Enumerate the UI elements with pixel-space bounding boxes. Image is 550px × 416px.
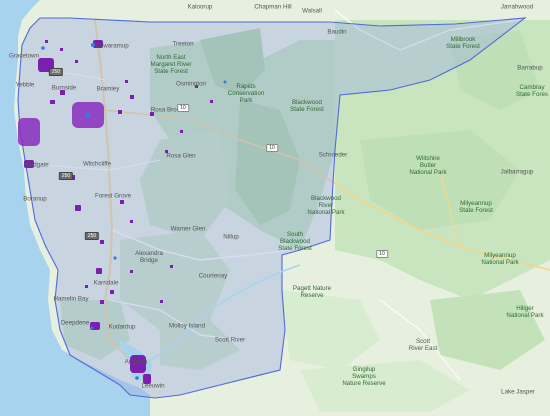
label-rosa-glen: Rosa Glen <box>166 152 196 160</box>
label-jarrahwood: Jarrahwood <box>500 3 534 11</box>
label-warner-glen: Warner Glen <box>170 225 206 233</box>
label-scott-river: Scott River <box>214 336 246 344</box>
label-milyeannup-sf: Milyeannup State Forest <box>459 200 493 214</box>
label-kudardup: Kudardup <box>108 323 136 331</box>
route-shield-250: 250 <box>58 172 74 180</box>
route-shield-10: 10 <box>376 250 388 258</box>
label-bramley: Bramley <box>96 85 120 93</box>
label-blackwood-river: Blackwood River National Park <box>307 194 345 216</box>
label-leeuwin: Leeuwin <box>141 382 165 390</box>
route-shield-10: 10 <box>266 144 278 152</box>
label-lake-jasper: Lake Jasper <box>501 388 535 396</box>
label-redgate: Redgate <box>25 161 49 169</box>
label-barrabup: Barrabup <box>517 64 543 72</box>
label-witchcliffe: Witchcliffe <box>82 160 112 168</box>
label-cowaramup: Cowaramup <box>95 42 129 50</box>
label-hamelin-bay: Hamelin Bay <box>53 295 89 303</box>
label-yebble: Yebble <box>15 81 35 89</box>
label-wiltshire: Wiltshire Butler National Park <box>409 154 447 176</box>
label-nillup: Nillup <box>223 233 239 241</box>
label-osmington: Osmington <box>176 80 206 88</box>
label-baudin: Baudin <box>327 28 347 36</box>
label-millbrook: Millbrook State Forest <box>446 36 480 50</box>
label-courtenay: Courtenay <box>198 272 228 280</box>
label-burnside: Burnside <box>51 84 77 92</box>
label-karridale: Karridale <box>93 279 119 287</box>
label-north-east-margaret: North East Margaret River State Forest <box>150 53 192 75</box>
label-cambray: Cambray State Fores <box>516 84 548 98</box>
label-rapids: Rapids Conservation Park <box>227 82 265 104</box>
label-scott-river-east: Scott River East <box>408 338 438 352</box>
label-molloy-island: Molloy Island <box>168 322 206 330</box>
label-blackwood-sf: Blackwood State Forest <box>290 99 324 113</box>
map-canvas[interactable]: Kaloorup Chapman Hill Walsall Jarrahwood… <box>0 0 550 416</box>
label-alexandra-bridge: Alexandra Bridge <box>135 250 163 264</box>
route-shield-10: 10 <box>177 104 189 112</box>
label-south-blackwood: South Blackwood State Forest <box>278 230 312 252</box>
label-schroeder: Schroeder <box>318 151 348 159</box>
label-treeton: Treeton <box>172 40 194 48</box>
label-gracetown: Gracetown <box>9 52 39 60</box>
route-shield-250: 250 <box>48 68 64 76</box>
label-kaloorup: Kaloorup <box>187 3 213 11</box>
label-boranup: Boranup <box>23 195 47 203</box>
label-walsall: Walsall <box>302 7 322 15</box>
label-forest-grove: Forest Grove <box>94 192 132 200</box>
label-jalbarragup: Jalbarragup <box>500 168 534 176</box>
label-chapman-hill: Chapman Hill <box>254 3 292 11</box>
label-hillger: Hillger National Park <box>506 305 544 319</box>
label-milyeannup-np: Milyeannup National Park <box>481 252 519 266</box>
route-shield-250: 250 <box>84 232 100 240</box>
label-augusta: Augusta <box>124 358 148 366</box>
label-deepdene: Deepdene <box>60 319 90 327</box>
label-gingilup: Gingilup Swamps Nature Reserve <box>342 365 386 387</box>
label-pagett: Pagett Nature Reserve <box>292 285 332 299</box>
